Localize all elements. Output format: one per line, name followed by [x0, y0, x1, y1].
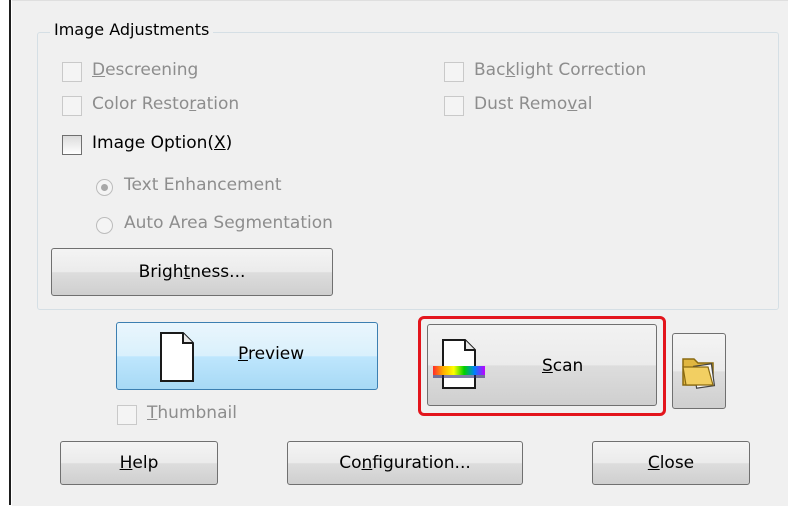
scan-button[interactable]: Scan [427, 324, 657, 406]
folder-icon [682, 358, 716, 389]
backlight-correction-label: Backlight Correction [474, 60, 647, 80]
group-title: Image Adjustments [50, 20, 214, 39]
scan-label: Scan [542, 356, 584, 376]
preview-button[interactable]: Preview [116, 322, 378, 390]
scan-document-icon [433, 339, 485, 389]
document-icon [160, 332, 194, 382]
color-restoration-label: Color Restoration [92, 94, 240, 114]
image-option-checkbox[interactable] [62, 135, 82, 155]
color-restoration-checkbox[interactable] [62, 96, 82, 116]
help-button-label: Help [119, 453, 159, 473]
backlight-correction-checkbox[interactable] [444, 62, 464, 82]
text-enhancement-label: Text Enhancement [124, 175, 282, 195]
close-button-label: Close [647, 453, 695, 473]
radio-selected-dot [101, 184, 108, 191]
dust-removal-label: Dust Removal [474, 94, 593, 114]
descreening-label: Descreening [92, 60, 199, 80]
descreening-checkbox[interactable] [62, 62, 82, 82]
brightness-button[interactable]: Brightness... [51, 248, 333, 296]
window-left-edge [0, 0, 11, 505]
help-button[interactable]: Help [60, 441, 218, 485]
configuration-button[interactable]: Configuration... [287, 441, 523, 485]
auto-area-segmentation-radio[interactable] [96, 217, 113, 234]
configuration-button-label: Configuration... [339, 453, 471, 473]
preview-label: Preview [238, 344, 305, 364]
auto-area-segmentation-label: Auto Area Segmentation [124, 213, 333, 233]
folder-button[interactable] [672, 333, 726, 409]
dust-removal-checkbox[interactable] [444, 96, 464, 116]
thumbnail-label: Thumbnail [147, 403, 237, 423]
text-enhancement-radio[interactable] [96, 179, 113, 196]
close-button[interactable]: Close [592, 441, 750, 485]
thumbnail-checkbox[interactable] [117, 405, 137, 425]
brightness-button-label: Brightness... [138, 262, 246, 282]
image-option-label: Image Option(X) [92, 133, 233, 153]
